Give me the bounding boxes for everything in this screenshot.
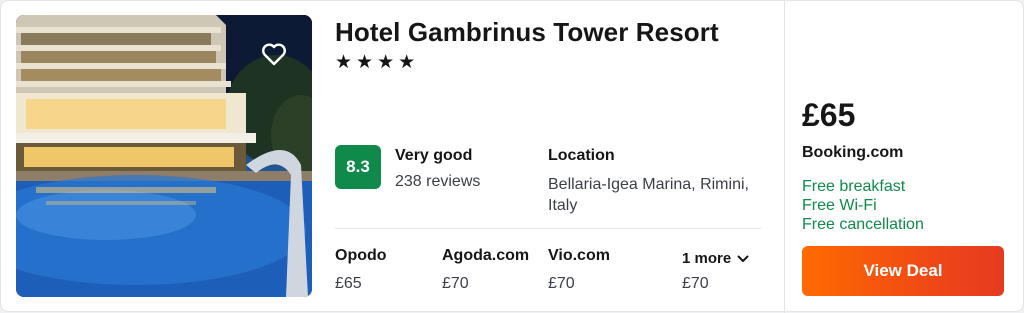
- chevron-down-icon: [737, 255, 749, 262]
- best-price[interactable]: £65: [802, 97, 855, 134]
- more-providers-price: £70: [682, 275, 709, 292]
- rating-label: Very good: [395, 147, 473, 164]
- location-heading: Location: [548, 147, 615, 164]
- hotel-result-card: Hotel Gambrinus Tower Resort ★★★★ 8.3 Ve…: [0, 0, 1024, 313]
- hotel-star-rating: ★★★★: [335, 51, 420, 73]
- rating-score-badge: 8.3: [335, 145, 381, 189]
- divider: [335, 228, 761, 229]
- location-text: Bellaria-Igea Marina, Rimini, Italy: [548, 176, 749, 214]
- more-providers-label: 1 more: [682, 250, 732, 267]
- best-provider[interactable]: Booking.com: [802, 144, 903, 162]
- favorite-button[interactable]: [261, 42, 309, 86]
- provider-price: £70: [442, 275, 469, 292]
- hotel-photo[interactable]: [16, 15, 312, 297]
- heart-icon: [262, 43, 286, 66]
- view-deal-button[interactable]: View Deal: [802, 246, 1004, 296]
- perk-free-wifi: Free Wi-Fi: [802, 197, 877, 214]
- perk-free-breakfast: Free breakfast: [802, 178, 906, 195]
- more-providers-button[interactable]: 1 more: [682, 250, 749, 267]
- provider-name: Vio.com: [548, 247, 610, 264]
- provider-price: £70: [548, 275, 575, 292]
- provider-name: Opodo: [335, 247, 387, 264]
- provider-vio[interactable]: Vio.com £70: [548, 247, 610, 293]
- provider-price: £65: [335, 275, 362, 292]
- column-divider: [784, 1, 785, 313]
- hotel-name[interactable]: Hotel Gambrinus Tower Resort: [335, 17, 719, 48]
- perks-list: Free breakfast Free Wi-Fi Free cancellat…: [802, 177, 924, 234]
- perk-free-cancellation: Free cancellation: [802, 216, 924, 233]
- review-count[interactable]: 238 reviews: [395, 173, 480, 191]
- provider-name: Agoda.com: [442, 247, 530, 264]
- provider-opodo[interactable]: Opodo £65: [335, 247, 387, 293]
- provider-agoda[interactable]: Agoda.com £70: [442, 247, 529, 293]
